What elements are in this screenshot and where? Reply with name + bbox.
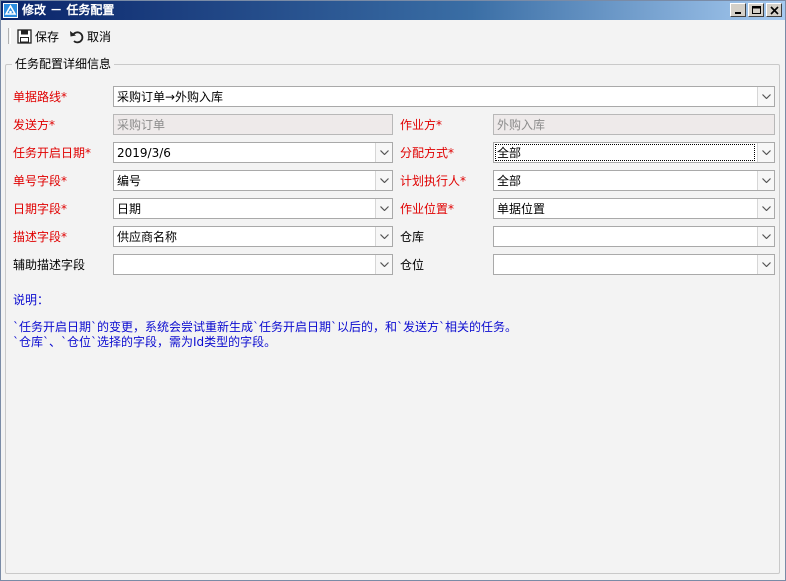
chevron-down-icon bbox=[380, 178, 389, 183]
date-field-label: 日期字段* bbox=[13, 202, 68, 216]
maximize-button[interactable] bbox=[748, 3, 764, 17]
cancel-button-label: 取消 bbox=[87, 29, 112, 44]
date-field-value: 日期 bbox=[117, 202, 142, 216]
desc-field-dropdown-button[interactable] bbox=[375, 227, 392, 246]
notes-line-1: `任务开启日期`的变更，系统会尝试重新生成`任务开启日期`以后的，和`发送方`相… bbox=[13, 320, 518, 334]
chevron-down-icon bbox=[762, 94, 771, 99]
close-icon bbox=[770, 6, 779, 15]
cancel-button[interactable]: 取消 bbox=[69, 27, 111, 45]
chevron-down-icon bbox=[762, 262, 771, 267]
planner-select[interactable]: 全部 bbox=[493, 170, 775, 191]
app-window: 修改 － 任务配置 保存 取消 任务配置详细信息 单据路线* 采购订单→外购入库… bbox=[0, 0, 786, 581]
minimize-button[interactable] bbox=[730, 3, 746, 17]
location-value: 单据位置 bbox=[497, 202, 546, 216]
notes-heading: 说明： bbox=[13, 293, 50, 307]
start-date-label: 任务开启日期* bbox=[13, 146, 92, 160]
bin-label: 仓位 bbox=[400, 258, 425, 272]
location-dropdown-button[interactable] bbox=[757, 199, 774, 218]
assign-dropdown-button[interactable] bbox=[757, 143, 774, 162]
chevron-down-icon bbox=[762, 178, 771, 183]
location-select[interactable]: 单据位置 bbox=[493, 198, 775, 219]
focus-rectangle bbox=[495, 144, 755, 161]
close-button[interactable] bbox=[766, 3, 782, 17]
desc-field-value: 供应商名称 bbox=[117, 230, 178, 244]
save-button-label: 保存 bbox=[35, 29, 60, 44]
groupbox-legend: 任务配置详细信息 bbox=[12, 56, 115, 72]
minimize-icon bbox=[735, 12, 741, 14]
maximize-icon bbox=[752, 6, 761, 14]
planner-label: 计划执行人* bbox=[400, 174, 467, 188]
window-title: 修改 － 任务配置 bbox=[22, 3, 115, 17]
number-field-select[interactable]: 编号 bbox=[113, 170, 393, 191]
start-date-dropdown-button[interactable] bbox=[375, 143, 392, 162]
chevron-down-icon bbox=[380, 234, 389, 239]
notes-line-2: `仓库`、`仓位`选择的字段，需为Id类型的字段。 bbox=[13, 335, 277, 349]
planner-dropdown-button[interactable] bbox=[757, 171, 774, 190]
location-label: 作业位置* bbox=[400, 202, 455, 216]
title-bar[interactable]: 修改 － 任务配置 bbox=[1, 1, 785, 20]
number-field-dropdown-button[interactable] bbox=[375, 171, 392, 190]
number-field-label: 单号字段* bbox=[13, 174, 68, 188]
chevron-down-icon bbox=[762, 150, 771, 155]
desc-field-select[interactable]: 供应商名称 bbox=[113, 226, 393, 247]
operator-label: 作业方* bbox=[400, 118, 443, 132]
save-button[interactable]: 保存 bbox=[17, 27, 59, 45]
assign-select[interactable]: 全部 bbox=[493, 142, 775, 163]
route-value: 采购订单→外购入库 bbox=[117, 90, 224, 104]
chevron-down-icon bbox=[762, 206, 771, 211]
app-logo-icon bbox=[3, 3, 18, 18]
chevron-down-icon bbox=[380, 262, 389, 267]
date-field-dropdown-button[interactable] bbox=[375, 199, 392, 218]
sender-label: 发送方* bbox=[13, 118, 56, 132]
toolbar-grip[interactable] bbox=[8, 28, 11, 44]
toolbar: 保存 取消 bbox=[1, 22, 785, 50]
warehouse-label: 仓库 bbox=[400, 230, 425, 244]
sender-value: 采购订单 bbox=[117, 118, 166, 132]
aux-desc-select[interactable] bbox=[113, 254, 393, 275]
number-field-value: 编号 bbox=[117, 174, 142, 188]
route-select[interactable]: 采购订单→外购入库 bbox=[113, 86, 775, 107]
chevron-down-icon bbox=[762, 234, 771, 239]
start-date-picker[interactable]: 2019/3/6 bbox=[113, 142, 393, 163]
warehouse-dropdown-button[interactable] bbox=[757, 227, 774, 246]
assign-label: 分配方式* bbox=[400, 146, 455, 160]
chevron-down-icon bbox=[380, 206, 389, 211]
chevron-down-icon bbox=[380, 150, 389, 155]
bin-dropdown-button[interactable] bbox=[757, 255, 774, 274]
route-dropdown-button[interactable] bbox=[757, 87, 774, 106]
date-field-select[interactable]: 日期 bbox=[113, 198, 393, 219]
sender-field: 采购订单 bbox=[113, 114, 393, 135]
save-icon bbox=[17, 28, 32, 44]
operator-value: 外购入库 bbox=[497, 118, 546, 132]
route-label: 单据路线* bbox=[13, 90, 68, 104]
aux-desc-label: 辅助描述字段 bbox=[13, 258, 86, 272]
undo-icon bbox=[70, 30, 84, 43]
task-config-groupbox bbox=[5, 64, 780, 574]
aux-desc-dropdown-button[interactable] bbox=[375, 255, 392, 274]
assign-value: 全部 bbox=[497, 146, 522, 160]
bin-select[interactable] bbox=[493, 254, 775, 275]
operator-field: 外购入库 bbox=[493, 114, 775, 135]
start-date-value: 2019/3/6 bbox=[117, 146, 171, 160]
window-controls bbox=[730, 3, 782, 17]
warehouse-select[interactable] bbox=[493, 226, 775, 247]
desc-field-label: 描述字段* bbox=[13, 230, 68, 244]
planner-value: 全部 bbox=[497, 174, 522, 188]
